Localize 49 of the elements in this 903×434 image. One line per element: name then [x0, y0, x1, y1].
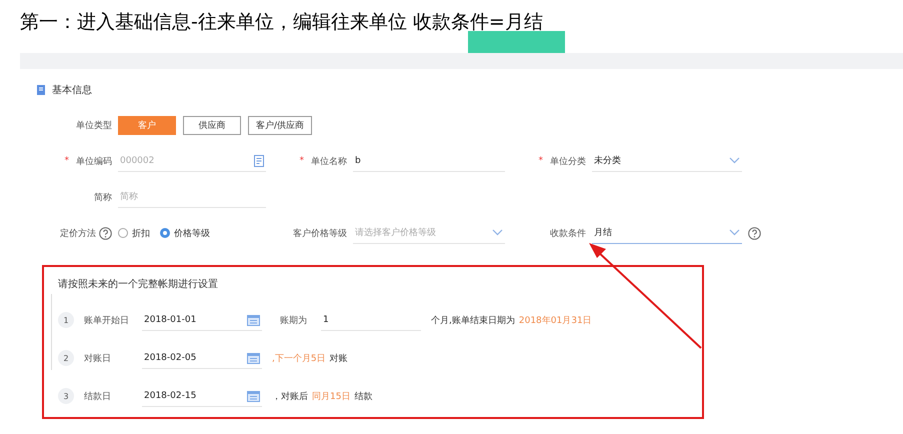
step-text: ，对账后 — [272, 390, 308, 402]
step-label: 结款日 — [84, 390, 112, 402]
radio-option[interactable]: 价格等级 — [160, 226, 210, 240]
calendar-icon[interactable] — [247, 390, 260, 402]
required-mark: * — [538, 156, 543, 166]
step-text: 结款 — [354, 390, 372, 402]
type-toggle-button[interactable]: 供应商 — [183, 116, 241, 134]
step-label: 对账日 — [84, 352, 112, 364]
field-label: 账期为 — [280, 314, 307, 326]
field-label: 单位分类 — [550, 156, 586, 168]
panel-title: 请按照未来的一个完整帐期进行设置 — [58, 278, 219, 291]
field-label: 简称 — [94, 192, 112, 204]
step-number: 1 — [58, 312, 74, 328]
required-mark: * — [300, 156, 304, 166]
help-icon[interactable] — [748, 226, 761, 240]
step-number: 3 — [58, 388, 74, 404]
input-field[interactable]: 1 — [321, 309, 421, 331]
field-label: 定价方法 — [60, 228, 96, 240]
calendar-icon[interactable] — [247, 314, 260, 326]
page-heading: 第一：进入基础信息-往来单位，编辑往来单位 收款条件=月结 — [19, 10, 544, 31]
chevron-down-icon[interactable] — [729, 229, 740, 236]
field-label: 收款条件 — [550, 228, 586, 240]
date-field[interactable]: 2018-01-01 — [142, 309, 262, 331]
date-field[interactable]: 2018-02-15 — [142, 385, 262, 407]
highlight-text: 2018年01月31日 — [518, 314, 592, 326]
help-icon[interactable] — [99, 226, 112, 240]
document-icon[interactable] — [254, 154, 264, 166]
step-text: 对账 — [330, 352, 348, 364]
radio-option[interactable]: 折扣 — [118, 226, 150, 240]
required-mark: * — [64, 156, 69, 166]
field-label: 单位名称 — [311, 156, 347, 168]
step-label: 账单开始日 — [84, 314, 130, 326]
section-title: 基本信息 — [52, 84, 92, 97]
select-field[interactable]: 月结 — [592, 222, 742, 244]
input-field[interactable]: b — [353, 150, 505, 172]
select-field[interactable]: 未分类 — [592, 150, 742, 172]
document-icon — [37, 85, 46, 95]
highlight-text: 同月15日 — [312, 390, 350, 402]
chevron-down-icon[interactable] — [729, 157, 740, 164]
date-field[interactable]: 2018-02-05 — [142, 347, 262, 369]
calendar-icon[interactable] — [247, 352, 260, 364]
chevron-down-icon[interactable] — [492, 229, 503, 236]
step-text: 个月,账单结束日期为 — [431, 314, 515, 326]
highlight-text: ,下一个月5日 — [272, 352, 326, 364]
type-toggle-button[interactable]: 客户/供应商 — [248, 116, 312, 134]
field-label: 客户价格等级 — [293, 228, 347, 240]
field-label: 单位编码 — [76, 156, 112, 168]
step-number: 2 — [58, 350, 74, 366]
field-label: 单位类型 — [76, 120, 112, 132]
